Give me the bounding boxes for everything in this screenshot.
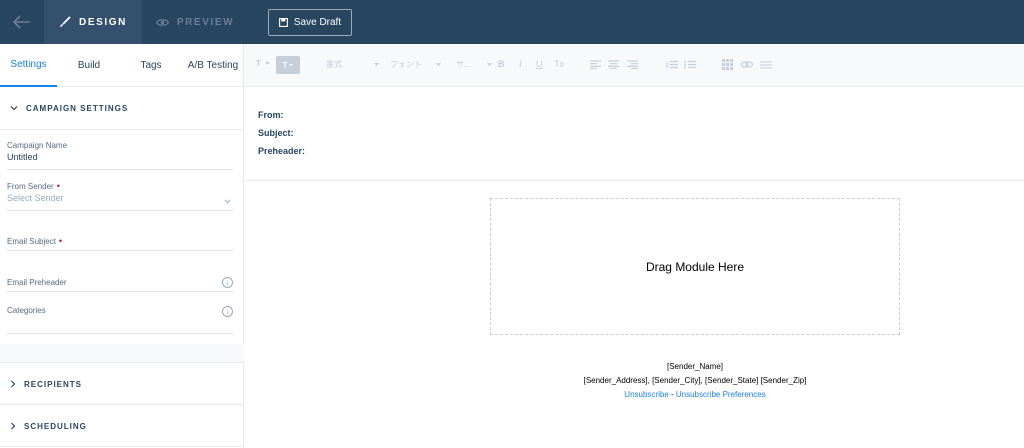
campaign-name-field[interactable]: Campaign Name Untitled [7, 141, 233, 170]
module-drop-zone[interactable]: Drag Module Here [490, 198, 900, 335]
format-select[interactable]: 書式 [326, 59, 379, 70]
divider [0, 129, 244, 130]
bold-button[interactable]: B [498, 59, 505, 69]
campaign-settings-title: CAMPAIGN SETTINGS [26, 103, 129, 113]
campaign-name-value: Untitled [7, 152, 38, 162]
chevron-right-icon [11, 380, 16, 388]
scheduling-title: SCHEDULING [24, 421, 87, 431]
email-preheader-label: Email Preheader [7, 278, 67, 287]
save-draft-label: Save Draft [293, 17, 342, 28]
campaign-name-label: Campaign Name [7, 141, 68, 150]
from-label: From: [258, 110, 284, 120]
section-spacer [0, 344, 244, 362]
info-icon[interactable]: i [222, 277, 233, 288]
align-right-icon[interactable] [627, 60, 638, 69]
email-subject-label-row: Email Subject • [7, 236, 233, 247]
recipients-title: RECIPIENTS [24, 379, 83, 389]
bullet-list-icon[interactable] [684, 60, 696, 69]
format-select-value: 書式 [326, 60, 342, 69]
from-sender-select[interactable]: From Sender • Select Sender [7, 182, 233, 211]
arrow-left-icon [13, 15, 30, 29]
background-color-label: T [282, 60, 288, 70]
required-indicator: • [56, 181, 60, 191]
top-bar: DESIGN PREVIEW Save Draft [0, 0, 1024, 44]
tab-build[interactable]: Build [60, 44, 118, 87]
italic-button[interactable]: I [519, 59, 522, 69]
eye-icon [155, 18, 169, 26]
sender-address: [Sender_Address], [Sender_City], [Sender… [583, 376, 807, 385]
text-color-label: T [256, 59, 261, 68]
preheader-label: Preheader: [258, 146, 306, 156]
sidebar: Settings Build Tags A/B Testing CAMPAIGN… [0, 44, 244, 448]
categories-label: Categories [7, 306, 46, 315]
recipients-header[interactable]: RECIPIENTS [0, 363, 244, 405]
caret-down-icon [289, 63, 294, 66]
chevron-down-icon [10, 106, 18, 111]
horizontal-rule-icon[interactable] [760, 61, 772, 69]
divider [0, 446, 244, 447]
back-button[interactable] [0, 0, 44, 44]
email-header: From: Subject: Preheader: [244, 87, 1024, 181]
unsubscribe-preferences-link[interactable]: Unsubscribe Preferences [676, 390, 766, 399]
required-indicator: • [58, 236, 63, 246]
size-select-value: サ... [456, 60, 471, 69]
campaign-settings-header[interactable]: CAMPAIGN SETTINGS [0, 87, 244, 129]
email-subject-label: Email Subject [7, 237, 56, 246]
email-preheader-field[interactable]: Email Preheader i [7, 277, 233, 292]
chevron-right-icon [11, 422, 16, 430]
caret-down-icon [436, 62, 441, 66]
sender-name: [Sender_Name] [666, 362, 724, 371]
categories-field[interactable]: Categories i [7, 306, 233, 334]
caret-down-icon [264, 61, 270, 65]
email-subject-field[interactable]: Email Subject • [7, 237, 233, 251]
save-draft-button[interactable]: Save Draft [268, 9, 352, 36]
brush-icon [60, 16, 71, 27]
underline-button[interactable]: U [536, 59, 543, 69]
text-color-button[interactable]: T [256, 59, 270, 68]
save-icon [278, 18, 288, 27]
tab-settings[interactable]: Settings [0, 44, 57, 87]
tab-preview-label: PREVIEW [176, 16, 235, 28]
align-center-icon[interactable] [608, 60, 619, 69]
background-color-button[interactable]: T [276, 56, 300, 74]
unsubscribe-links: Unsubscribe - Unsubscribe Preferences [490, 390, 900, 399]
tab-design-label: DESIGN [79, 16, 127, 28]
info-icon[interactable]: i [222, 306, 233, 317]
link-icon[interactable] [741, 60, 753, 69]
link-separator: - [668, 390, 676, 399]
drop-zone-text: Drag Module Here [645, 259, 745, 274]
unsubscribe-link[interactable]: Unsubscribe [624, 390, 668, 399]
tab-preview[interactable]: PREVIEW [142, 0, 248, 44]
from-sender-label: From Sender [7, 182, 54, 191]
sidebar-tabs: Settings Build Tags A/B Testing [0, 44, 244, 87]
tab-design[interactable]: DESIGN [44, 0, 142, 44]
caret-down-icon [374, 62, 379, 66]
from-sender-label-row: From Sender • [7, 181, 233, 192]
align-left-icon[interactable] [590, 60, 601, 69]
chevron-down-icon [224, 199, 231, 204]
from-sender-placeholder: Select Sender [7, 193, 64, 203]
editor-toolbar: T T 書式 フォント サ... B I U Tx [244, 44, 1024, 87]
clear-format-button[interactable]: Tx [554, 59, 564, 69]
tab-tags[interactable]: Tags [121, 44, 181, 87]
grid-icon[interactable] [722, 59, 733, 70]
scheduling-header[interactable]: SCHEDULING [0, 405, 244, 447]
tab-ab-testing[interactable]: A/B Testing [182, 44, 244, 87]
numbered-list-icon[interactable] [666, 60, 678, 69]
subject-label: Subject: [258, 128, 294, 138]
font-select-value: フォント [390, 60, 422, 69]
caret-down-icon [486, 62, 492, 66]
size-select[interactable]: サ... [456, 59, 492, 70]
font-select[interactable]: フォント [390, 59, 441, 70]
